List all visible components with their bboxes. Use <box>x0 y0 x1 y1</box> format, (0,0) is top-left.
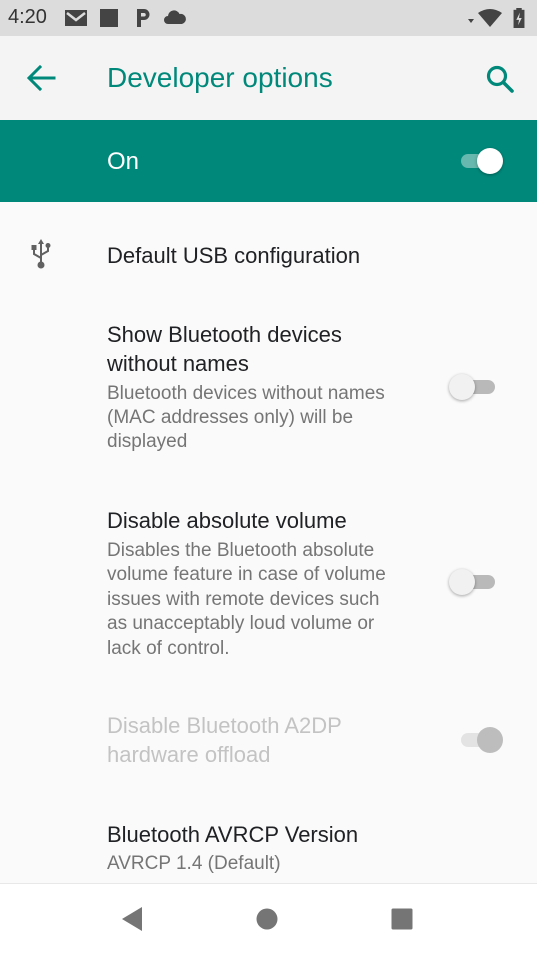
battery-icon <box>513 8 525 28</box>
setting-title-line: Show Bluetooth devices <box>107 322 342 347</box>
p-icon <box>137 9 150 27</box>
back-triangle-icon[interactable] <box>121 906 143 932</box>
toggle-thumb <box>449 569 475 595</box>
square-icon <box>100 9 118 27</box>
master-switch-label: On <box>107 148 140 175</box>
master-switch-bar[interactable]: On <box>0 120 537 202</box>
app-bar: Developer options <box>0 36 537 120</box>
usb-icon <box>31 239 51 269</box>
search-icon[interactable] <box>484 63 516 95</box>
master-toggle-switch[interactable] <box>461 148 503 174</box>
navigation-bar <box>0 883 537 956</box>
setting-summary-line: issues with remote devices such <box>107 589 380 610</box>
toggle-thumb <box>449 374 475 400</box>
toggle-switch-disabled <box>461 727 503 753</box>
setting-title-line: hardware offload <box>107 742 271 767</box>
setting-title: Disable absolute volume <box>107 508 347 533</box>
arrow-left-icon[interactable] <box>24 61 58 95</box>
setting-summary-line: (MAC addresses only) will be <box>107 407 354 428</box>
status-bar: 4:20 <box>0 0 537 36</box>
toggle-switch[interactable] <box>449 374 495 400</box>
status-time: 4:20 <box>8 6 47 28</box>
cloud-icon <box>164 10 186 24</box>
setting-summary-line: volume feature in case of volume <box>107 564 386 585</box>
setting-summary-line: Disables the Bluetooth absolute <box>107 540 375 561</box>
page-title: Developer options <box>107 62 333 93</box>
toggle-thumb <box>477 727 503 753</box>
setting-summary-line: as unacceptably loud volume or <box>107 613 375 634</box>
setting-title: Default USB configuration <box>107 243 361 268</box>
gmail-icon <box>65 10 87 26</box>
setting-title-line: Disable Bluetooth A2DP <box>107 713 342 738</box>
setting-title-line: without names <box>107 351 249 376</box>
wifi-icon <box>478 9 502 27</box>
setting-summary-line: lack of control. <box>107 638 230 659</box>
setting-summary-line: displayed <box>107 431 188 452</box>
signal-arrow-icon <box>468 19 474 23</box>
home-circle-icon[interactable] <box>256 908 278 930</box>
setting-summary-line: Bluetooth devices without names <box>107 383 385 404</box>
setting-summary: AVRCP 1.4 (Default) <box>107 853 281 874</box>
master-toggle-thumb <box>477 148 503 174</box>
recents-square-icon[interactable] <box>391 908 413 930</box>
toggle-switch[interactable] <box>449 569 495 595</box>
setting-title: Bluetooth AVRCP Version <box>107 822 359 847</box>
